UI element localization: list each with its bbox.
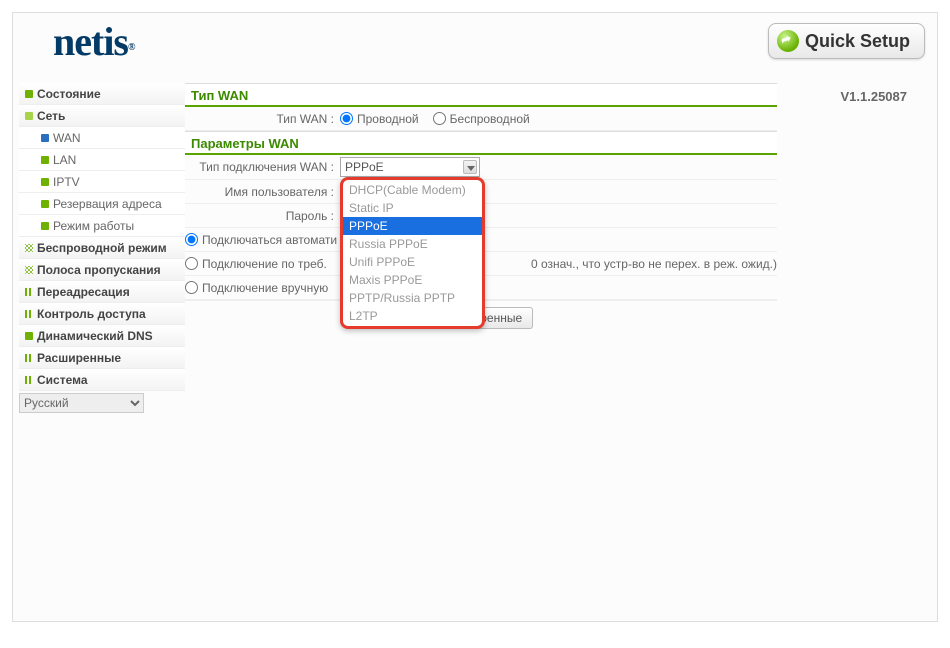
dots-icon xyxy=(25,244,33,252)
dropdown-option-maxis-pppoe[interactable]: Maxis PPPoE xyxy=(343,271,482,289)
password-label: Пароль : xyxy=(185,209,340,223)
section-title-wan-params: Параметры WAN xyxy=(185,131,777,155)
square-icon xyxy=(41,134,49,142)
dropdown-option-l2tp[interactable]: L2TP xyxy=(343,307,482,325)
quick-setup-label: Quick Setup xyxy=(805,31,910,52)
arrow-icon xyxy=(777,30,799,52)
sidebar-item-label: Переадресация xyxy=(37,285,130,299)
sidebar-sub-lan[interactable]: LAN xyxy=(19,149,185,171)
sidebar-item-label: Состояние xyxy=(37,87,101,101)
sidebar-sub-iptv[interactable]: IPTV xyxy=(19,171,185,193)
dashes-icon xyxy=(25,376,33,384)
sidebar-item-system[interactable]: Система xyxy=(19,369,185,391)
radio-input[interactable] xyxy=(185,257,198,270)
sidebar-sub-mode[interactable]: Режим работы xyxy=(19,215,185,237)
row-wan-type: Тип WAN : Проводной Беспроводной xyxy=(185,107,777,131)
quick-setup-button[interactable]: Quick Setup xyxy=(768,23,925,59)
sidebar-item-forwarding[interactable]: Переадресация xyxy=(19,281,185,303)
sidebar-item-advanced[interactable]: Расширенные xyxy=(19,347,185,369)
radio-input[interactable] xyxy=(185,233,198,246)
sidebar-item-bandwidth[interactable]: Полоса пропускания xyxy=(19,259,185,281)
conn-type-label: Тип подключения WAN : xyxy=(185,160,340,174)
radio-label: Подключаться автомати xyxy=(202,233,337,247)
sidebar-item-access-control[interactable]: Контроль доступа xyxy=(19,303,185,325)
select-value: PPPoE xyxy=(345,160,384,174)
main-content: Тип WAN Тип WAN : Проводной Беспроводной… xyxy=(185,83,937,621)
dropdown-option-pptp[interactable]: PPTP/Russia PPTP xyxy=(343,289,482,307)
sidebar-item-label: Полоса пропускания xyxy=(37,263,161,277)
square-icon xyxy=(25,90,33,98)
username-label: Имя пользователя : xyxy=(185,185,340,199)
sidebar-item-ddns[interactable]: Динамический DNS xyxy=(19,325,185,347)
sidebar-item-label: Режим работы xyxy=(53,219,134,233)
dropdown-option-unifi-pppoe[interactable]: Unifi PPPoE xyxy=(343,253,482,271)
sidebar: Состояние Сеть WAN LAN IPTV xyxy=(13,83,185,621)
row-conn-type: Тип подключения WAN : PPPoE DHCP(Cable M… xyxy=(185,155,777,180)
dropdown-option-pppoe[interactable]: PPPoE xyxy=(343,217,482,235)
square-icon xyxy=(41,200,49,208)
chevron-down-icon xyxy=(463,160,477,174)
mode-demand[interactable]: Подключение по треб. xyxy=(185,257,327,271)
dropdown-option-russia-pppoe[interactable]: Russia PPPoE xyxy=(343,235,482,253)
square-icon xyxy=(41,178,49,186)
radio-label: Проводной xyxy=(357,112,419,126)
wan-type-wired[interactable]: Проводной xyxy=(340,112,419,126)
logo-text: netis xyxy=(53,19,128,64)
sidebar-item-wireless[interactable]: Беспроводной режим xyxy=(19,237,185,259)
sidebar-item-network[interactable]: Сеть xyxy=(19,105,185,127)
sidebar-sub-wan[interactable]: WAN xyxy=(19,127,185,149)
radio-input[interactable] xyxy=(185,281,198,294)
dots-icon xyxy=(25,266,33,274)
sidebar-item-label: LAN xyxy=(53,153,76,167)
dashes-icon xyxy=(25,288,33,296)
sidebar-item-label: Резервация адреса xyxy=(53,197,162,211)
square-icon xyxy=(41,222,49,230)
sidebar-item-label: Расширенные xyxy=(37,351,121,365)
dashes-icon xyxy=(25,310,33,318)
sidebar-item-label: Беспроводной режим xyxy=(37,241,167,255)
conn-type-select[interactable]: PPPoE xyxy=(340,157,480,177)
sidebar-item-label: WAN xyxy=(53,131,81,145)
sidebar-item-label: Сеть xyxy=(37,109,65,123)
radio-input[interactable] xyxy=(340,112,353,125)
demand-note: 0 означ., что устр-во не перех. в реж. о… xyxy=(531,257,777,271)
wan-type-wireless[interactable]: Беспроводной xyxy=(433,112,530,126)
sidebar-item-label: Контроль доступа xyxy=(37,307,146,321)
logo-mark: ® xyxy=(128,42,134,53)
dropdown-option-static-ip[interactable]: Static IP xyxy=(343,199,482,217)
sidebar-item-status[interactable]: Состояние xyxy=(19,83,185,105)
mode-auto[interactable]: Подключаться автомати xyxy=(185,233,337,247)
sidebar-item-label: Система xyxy=(37,373,88,387)
square-icon xyxy=(25,112,33,120)
square-icon xyxy=(41,156,49,164)
dashes-icon xyxy=(25,354,33,362)
language-select[interactable]: Русский xyxy=(19,393,144,413)
brand-logo: netis® xyxy=(53,19,134,64)
radio-label: Беспроводной xyxy=(450,112,530,126)
conn-type-dropdown: DHCP(Cable Modem) Static IP PPPoE Russia… xyxy=(340,177,485,329)
mode-manual[interactable]: Подключение вручную xyxy=(185,281,328,295)
sidebar-sub-reservation[interactable]: Резервация адреса xyxy=(19,193,185,215)
dropdown-option-dhcp[interactable]: DHCP(Cable Modem) xyxy=(343,181,482,199)
sidebar-item-label: IPTV xyxy=(53,175,80,189)
radio-label: Подключение по треб. xyxy=(202,257,327,271)
section-title-wan-type: Тип WAN xyxy=(185,83,777,107)
radio-input[interactable] xyxy=(433,112,446,125)
square-icon xyxy=(25,332,33,340)
radio-label: Подключение вручную xyxy=(202,281,328,295)
wan-type-label: Тип WAN : xyxy=(185,112,340,126)
sidebar-item-label: Динамический DNS xyxy=(37,329,153,343)
